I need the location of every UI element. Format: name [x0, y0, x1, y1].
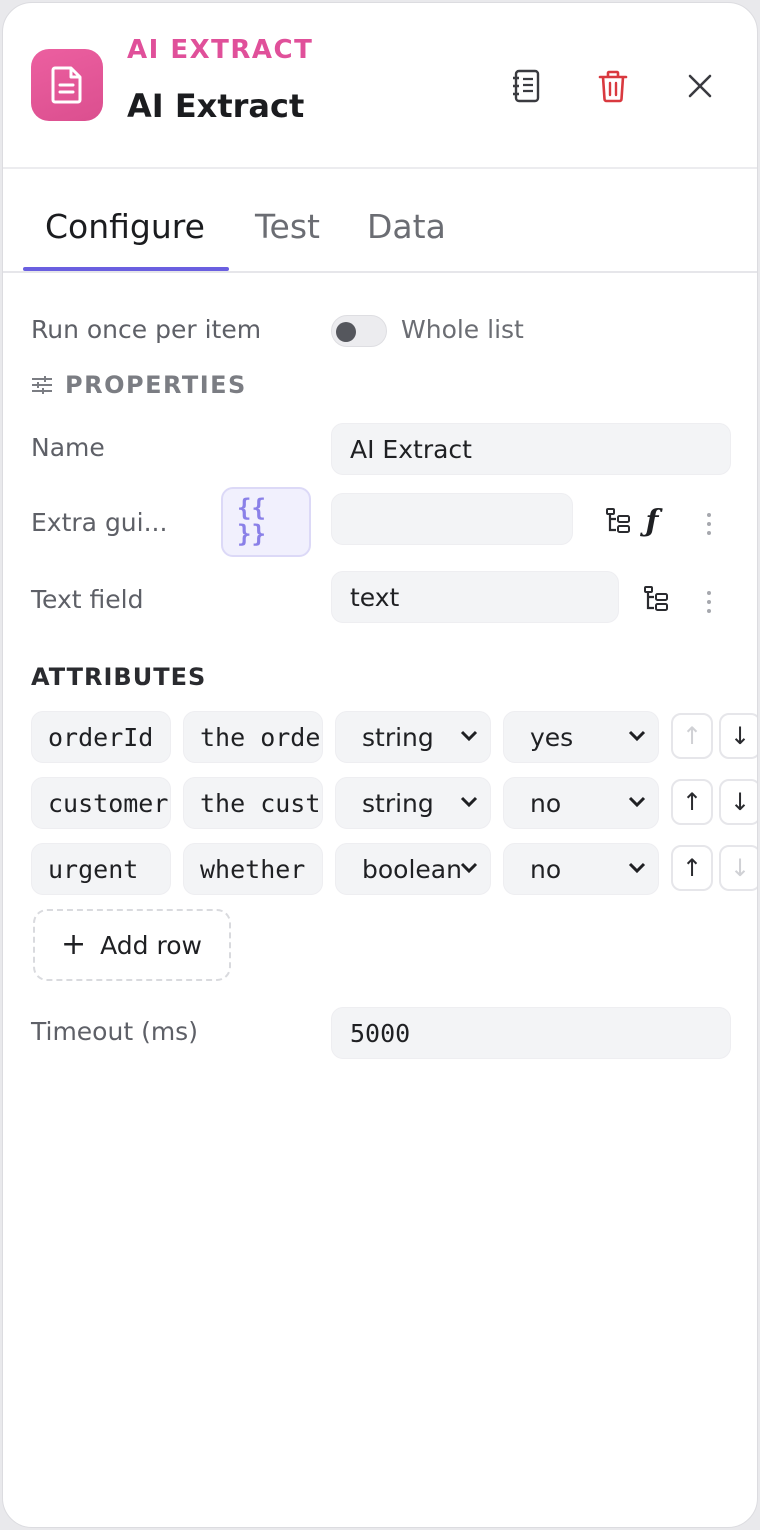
whole-list-toggle[interactable] — [331, 315, 387, 347]
field-picker-button[interactable] — [605, 507, 633, 535]
kebab-dot — [707, 609, 711, 613]
text-field-more-button[interactable] — [699, 587, 719, 617]
tree-structure-icon — [606, 508, 630, 533]
plus-icon: + — [61, 927, 87, 962]
toggle-knob — [336, 322, 356, 342]
chevron-down-icon — [460, 862, 478, 874]
chevron-down-icon — [628, 730, 646, 742]
properties-heading: PROPERTIES — [65, 371, 247, 399]
timeout-input[interactable]: 5000 — [331, 1007, 731, 1059]
add-row-label: Add row — [100, 930, 202, 960]
close-icon — [688, 74, 712, 98]
attribute-type-value: string — [362, 789, 434, 818]
attribute-required-select[interactable]: yes — [503, 711, 659, 763]
attribute-description-input[interactable]: the customer — [183, 777, 323, 829]
attribute-name-input[interactable]: customer — [31, 777, 171, 829]
tree-structure-icon — [644, 586, 668, 611]
tab-bar: Configure Test Data — [3, 171, 757, 273]
chevron-down-icon — [460, 796, 478, 808]
attribute-type-value: string — [362, 723, 434, 752]
attribute-required-select[interactable]: no — [503, 777, 659, 829]
notebook-icon — [513, 69, 540, 103]
trash-icon — [598, 70, 628, 103]
node-kind-label: AI EXTRACT — [127, 35, 314, 65]
extra-guidance-input[interactable] — [331, 493, 573, 545]
attribute-required-value: no — [530, 789, 562, 818]
function-button[interactable]: ƒ — [639, 501, 665, 541]
attribute-required-value: yes — [530, 723, 574, 752]
move-up-button[interactable]: ↑ — [671, 713, 713, 759]
extra-guidance-label: Extra gui... — [31, 508, 168, 537]
tab-test[interactable]: Test — [255, 207, 320, 246]
attribute-required-value: no — [530, 855, 562, 884]
document-icon — [31, 49, 103, 121]
node-config-panel: AI EXTRACT AI Extract Configure Test Dat… — [2, 2, 758, 1528]
timeout-label: Timeout (ms) — [31, 1017, 198, 1046]
whole-list-label: Whole list — [401, 315, 524, 344]
attribute-description-input[interactable]: the order — [183, 711, 323, 763]
sliders-icon — [32, 376, 52, 394]
active-tab-indicator — [23, 267, 229, 271]
attribute-type-select[interactable]: string — [335, 711, 491, 763]
attribute-name-input[interactable]: urgent — [31, 843, 171, 895]
text-field-label: Text field — [31, 585, 144, 614]
run-mode-label: Run once per item — [31, 315, 262, 344]
move-down-button[interactable]: ↓ — [719, 713, 757, 759]
kebab-dot — [707, 531, 711, 535]
text-field-picker-button[interactable] — [643, 585, 671, 613]
panel-header: AI EXTRACT AI Extract — [3, 3, 757, 169]
chevron-down-icon — [460, 730, 478, 742]
attribute-type-select[interactable]: string — [335, 777, 491, 829]
move-up-button[interactable]: ↑ — [671, 845, 713, 891]
node-title: AI Extract — [127, 87, 305, 125]
name-label: Name — [31, 433, 105, 462]
attribute-type-value: boolean — [362, 855, 462, 884]
kebab-dot — [707, 522, 711, 526]
attributes-heading: ATTRIBUTES — [31, 663, 207, 691]
chevron-down-icon — [628, 862, 646, 874]
attribute-type-select[interactable]: boolean — [335, 843, 491, 895]
add-row-button[interactable]: + Add row — [33, 909, 231, 981]
kebab-dot — [707, 513, 711, 517]
attribute-name-input[interactable]: orderId — [31, 711, 171, 763]
tab-data[interactable]: Data — [367, 207, 446, 246]
kebab-dot — [707, 600, 711, 604]
close-button[interactable] — [677, 63, 723, 109]
move-down-button[interactable]: ↓ — [719, 779, 757, 825]
attribute-required-select[interactable]: no — [503, 843, 659, 895]
extra-guidance-more-button[interactable] — [699, 509, 719, 539]
docs-button[interactable] — [503, 63, 549, 109]
template-expression-button[interactable]: {{}} — [221, 487, 311, 557]
attribute-description-input[interactable]: whether — [183, 843, 323, 895]
move-down-button[interactable]: ↓ — [719, 845, 757, 891]
name-input[interactable]: AI Extract — [331, 423, 731, 475]
delete-button[interactable] — [590, 63, 636, 109]
kebab-dot — [707, 591, 711, 595]
chevron-down-icon — [628, 796, 646, 808]
tab-configure[interactable]: Configure — [45, 207, 205, 246]
text-field-input[interactable]: text — [331, 571, 619, 623]
move-up-button[interactable]: ↑ — [671, 779, 713, 825]
